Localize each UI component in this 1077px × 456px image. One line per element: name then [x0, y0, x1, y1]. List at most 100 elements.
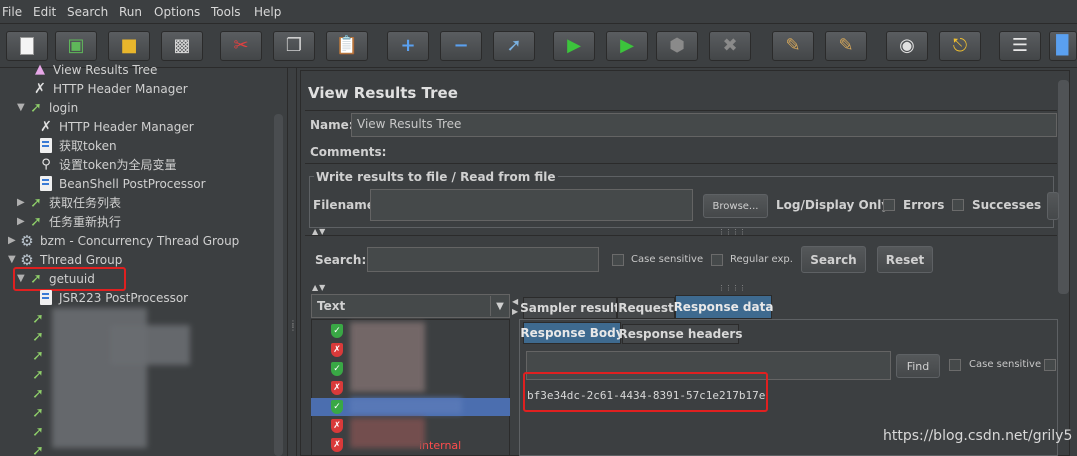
stop-button[interactable]: ⬢	[656, 31, 698, 61]
tree-item-obscured[interactable]: ➚	[30, 384, 51, 403]
expand-toggle-icon[interactable]: ▼	[17, 102, 28, 113]
cut-button[interactable]: ✂	[220, 31, 262, 61]
clear-all-icon: ✎	[838, 35, 854, 56]
browse-button[interactable]: Browse...	[703, 194, 768, 218]
tab-response-data[interactable]: Response data	[674, 295, 773, 319]
sampler-icon: ➚	[32, 366, 44, 383]
tree-item-task-rerun[interactable]: ▶ ➚ 任务重新执行	[17, 212, 121, 231]
name-field[interactable]: View Results Tree	[351, 113, 1057, 137]
expand-toggle-icon[interactable]: ▼	[8, 254, 19, 265]
menu-search[interactable]: Search	[67, 5, 108, 19]
menu-options[interactable]: Options	[154, 5, 200, 19]
tree-item-concurrency-thread-group[interactable]: ▶ ⚙ bzm - Concurrency Thread Group	[8, 231, 239, 250]
tree-item-beanshell-postprocessor[interactable]: BeanShell PostProcessor	[38, 174, 206, 193]
search-button[interactable]: ◉	[886, 31, 928, 61]
tree-item-obscured[interactable]: ➚	[30, 441, 51, 456]
menu-edit[interactable]: Edit	[33, 5, 56, 19]
panel-scrollbar[interactable]	[1058, 80, 1069, 294]
filename-input[interactable]	[370, 189, 693, 221]
search-icon: ◉	[899, 35, 915, 56]
tree-item-label: HTTP Header Manager	[53, 81, 188, 96]
save-button[interactable]: ▩	[161, 31, 203, 61]
expand-toggle-icon[interactable]: ▶	[17, 216, 28, 227]
tab-sampler-result[interactable]: Sampler result	[520, 297, 620, 319]
tree-item-obscured[interactable]: ➚	[30, 365, 51, 384]
help-icon: ▉	[1056, 35, 1070, 56]
menu-file[interactable]: File	[2, 5, 22, 19]
expand-toggle-icon[interactable]: ▶	[17, 197, 28, 208]
response-body-text[interactable]: bf3e34dc-2c61-4434-8391-57c1e217b17e	[527, 389, 765, 402]
find-regex-checkbox[interactable]	[1044, 359, 1056, 371]
panel-splitter[interactable]	[287, 68, 297, 456]
search-input[interactable]	[367, 247, 599, 272]
toggle-button[interactable]: ➚	[493, 31, 535, 61]
filename-label: Filename	[313, 198, 375, 212]
menu-help[interactable]: Help	[254, 5, 281, 19]
success-shield-icon: ✓	[331, 324, 343, 338]
error-shield-icon: ✗	[331, 419, 343, 433]
reset-button[interactable]: Reset	[877, 246, 933, 273]
magnifier-icon: ⚲	[41, 157, 51, 172]
start-no-pause-button[interactable]: ▶	[606, 31, 648, 61]
collapse-button[interactable]: −	[440, 31, 482, 61]
tree-item-label: 设置token为全局变量	[59, 158, 177, 172]
paste-button[interactable]: 📋	[326, 31, 368, 61]
tree-scrollbar[interactable]	[274, 114, 283, 456]
tree-item-get-task-list[interactable]: ▶ ➚ 获取任务列表	[17, 193, 121, 212]
split-arrows-icon[interactable]: ◀ ▶	[512, 297, 518, 456]
tree-item-view-results-tree[interactable]: ▲ View Results Tree	[32, 60, 157, 79]
menu-tools[interactable]: Tools	[211, 5, 241, 19]
clear-button[interactable]: ✎	[772, 31, 814, 61]
expand-toggle-icon[interactable]: ▶	[8, 235, 19, 246]
dropdown-arrow-icon[interactable]: ▼	[490, 296, 509, 316]
tree-item-obscured[interactable]: ➚	[30, 309, 51, 328]
menu-run[interactable]: Run	[119, 5, 142, 19]
new-button[interactable]	[6, 31, 48, 61]
configure-button[interactable]	[1047, 192, 1059, 220]
tree-item-http-header-manager[interactable]: ✗ HTTP Header Manager	[32, 79, 188, 98]
clear-all-button[interactable]: ✎	[825, 31, 867, 61]
search-button[interactable]: Search	[801, 246, 866, 273]
case-sensitive-checkbox[interactable]	[612, 254, 624, 266]
start-button[interactable]: ▶	[553, 31, 595, 61]
reset-search-icon: ⎋	[952, 35, 968, 56]
comments-label: Comments:	[310, 145, 387, 159]
tree-item-obscured[interactable]: ➚	[30, 403, 51, 422]
open-button[interactable]: ■	[108, 31, 150, 61]
expand-button[interactable]: +	[387, 31, 429, 61]
function-helper-button[interactable]: ☰	[999, 31, 1041, 61]
tab-request[interactable]: Request	[617, 297, 675, 319]
copy-button[interactable]: ❐	[273, 31, 315, 61]
tree-item-obscured[interactable]: ➚	[30, 327, 51, 346]
tree-item-set-token-global[interactable]: ⚲ 设置token为全局变量	[38, 155, 177, 174]
shutdown-button[interactable]: ✖	[709, 31, 751, 61]
reset-search-button[interactable]: ⎋	[939, 31, 981, 61]
errors-checkbox[interactable]	[883, 199, 895, 211]
tab-response-body[interactable]: Response Body	[520, 322, 624, 344]
error-shield-icon: ✗	[331, 381, 343, 395]
splitter-grip-icon[interactable]: ⋮ ⋮	[289, 320, 297, 336]
sampler-icon: ➚	[30, 194, 42, 211]
regular-exp-checkbox[interactable]	[711, 254, 723, 266]
menu-bar: File Edit Search Run Options Tools Help	[0, 0, 1077, 24]
tree-item-label: 任务重新执行	[49, 215, 122, 229]
tree-item-obscured[interactable]: ➚	[30, 346, 51, 365]
tree-item-login[interactable]: ▼ ➚ login	[17, 98, 78, 117]
result-item-label: internal	[419, 438, 462, 452]
tab-response-headers[interactable]: Response headers	[619, 324, 742, 344]
error-shield-icon: ✗	[331, 438, 343, 452]
tree-item-obscured[interactable]: ➚	[30, 422, 51, 441]
templates-button[interactable]: ▣	[55, 31, 97, 61]
collapse-arrows-icon[interactable]: ▲▼	[312, 283, 326, 292]
find-button[interactable]: Find	[896, 354, 940, 378]
tree-item-get-token[interactable]: 获取token	[38, 136, 117, 155]
find-case-sensitive-checkbox[interactable]	[949, 359, 961, 371]
successes-checkbox[interactable]	[952, 199, 964, 211]
tree-item-jsr223-postprocessor[interactable]: JSR223 PostProcessor	[38, 288, 188, 307]
tree-item-http-header-manager-login[interactable]: ✗ HTTP Header Manager	[38, 117, 194, 136]
help-button[interactable]: ▉	[1049, 31, 1077, 61]
renderer-select[interactable]: Text ▼	[311, 294, 510, 318]
toolbar: ▣ ■ ▩ ✂ ❐ 📋 + − ➚ ▶ ▶ ⬢ ✖ ✎ ✎ ◉ ⎋ ☰ ▉	[0, 24, 1077, 68]
start-icon: ▶	[567, 35, 581, 56]
drag-handle-icon[interactable]: ⋮⋮⋮⋮	[718, 284, 746, 292]
